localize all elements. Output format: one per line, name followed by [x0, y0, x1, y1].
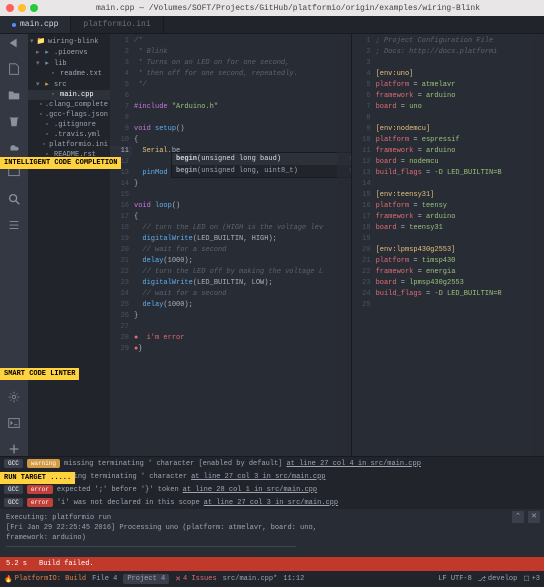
- build-time: 5.2 s: [6, 560, 27, 568]
- console-close-icon[interactable]: ✕: [528, 511, 540, 523]
- activity-bar: [0, 34, 28, 456]
- explorer-item[interactable]: ▫main.cpp: [28, 90, 110, 100]
- window-title: main.cpp — /Volumes/SOFT/Projects/GitHub…: [38, 4, 538, 13]
- pio-build-status[interactable]: 🔥 PlatformIO: Build: [4, 575, 86, 584]
- minimize-window-icon[interactable]: [18, 4, 26, 12]
- window-titlebar: main.cpp — /Volumes/SOFT/Projects/GitHub…: [0, 0, 544, 16]
- explorer-item[interactable]: ▫.gitignore: [28, 120, 110, 130]
- status-bar: 🔥 PlatformIO: Build File 4 Project 4 ✕ 4…: [0, 571, 544, 587]
- current-file[interactable]: src/main.cpp*: [223, 575, 278, 583]
- explorer-root[interactable]: ▾📁wiring-blink: [28, 36, 110, 47]
- lint-item[interactable]: GCCerrorexpected ';' before '}' token at…: [0, 483, 544, 496]
- callout-completion: INTELLIGENT CODE COMPLETION: [0, 157, 121, 169]
- git-branch[interactable]: ⎇ develop: [478, 575, 517, 584]
- build-status: Build failed.: [39, 560, 94, 568]
- cursor-position[interactable]: 11:12: [283, 575, 304, 583]
- build-fail-banner: 5.2 s Build failed.: [0, 557, 544, 571]
- gear-icon[interactable]: [7, 390, 21, 404]
- minimap[interactable]: [337, 34, 351, 456]
- project-indicator[interactable]: Project 4: [123, 574, 169, 584]
- maximize-window-icon[interactable]: [30, 4, 38, 12]
- sliders-icon[interactable]: [7, 218, 21, 232]
- lint-item[interactable]: GCCerror'i' was not declared in this sco…: [0, 496, 544, 509]
- explorer-item[interactable]: ▫readme.txt: [28, 69, 110, 79]
- editor-tabs: main.cpp platformio.ini: [0, 16, 544, 34]
- explorer-item[interactable]: ▾▸src: [28, 79, 110, 90]
- file-count[interactable]: File 4: [92, 575, 117, 583]
- lint-item[interactable]: GCCwarningmissing terminating ' characte…: [0, 457, 544, 470]
- tab-platformio-ini[interactable]: platformio.ini: [71, 16, 163, 33]
- editor-left[interactable]: 1234567891011121314151617181920212223242…: [110, 34, 351, 456]
- notifications[interactable]: ☐+3: [523, 575, 540, 584]
- explorer-item[interactable]: ▫.travis.yml: [28, 130, 110, 140]
- encoding[interactable]: LF UTF-8: [438, 575, 472, 583]
- close-window-icon[interactable]: [6, 4, 14, 12]
- minimap[interactable]: [530, 34, 544, 456]
- callout-linter: SMART CODE LINTER: [0, 368, 79, 380]
- callout-run: RUN TARGET .....: [0, 472, 75, 484]
- autocomplete-item[interactable]: begin(unsigned long, uint8_t)void: [172, 165, 351, 177]
- arrow-icon[interactable]: [7, 36, 21, 50]
- explorer-item[interactable]: ▸▸.pioenvs: [28, 47, 110, 58]
- explorer-item[interactable]: ▾▸lib: [28, 58, 110, 69]
- file-explorer: ▾📁wiring-blink ▸▸.pioenvs▾▸lib▫readme.tx…: [28, 34, 110, 456]
- search-icon[interactable]: [7, 192, 21, 206]
- editor-right[interactable]: 1234567891011121314151617181920212223242…: [351, 34, 544, 456]
- linter-panel: GCCwarningmissing terminating ' characte…: [0, 456, 544, 509]
- console-up-icon[interactable]: ⌃: [512, 511, 524, 523]
- folder-icon[interactable]: [7, 88, 21, 102]
- modified-dot-icon: [12, 23, 16, 27]
- explorer-item[interactable]: ▫.clang_complete: [28, 100, 110, 110]
- issues-count[interactable]: ✕ 4 Issues: [175, 575, 216, 584]
- line-numbers: 1234567891011121314151617181920212223242…: [352, 34, 374, 311]
- trash-icon[interactable]: [7, 114, 21, 128]
- lint-item[interactable]: GCCerrormissing terminating ' character …: [0, 470, 544, 483]
- line-numbers: 1234567891011121314151617181920212223242…: [110, 34, 132, 355]
- explorer-item[interactable]: ▫platformio.ini: [28, 140, 110, 150]
- explorer-item[interactable]: ▫.gcc-flags.json: [28, 110, 110, 120]
- terminal-icon[interactable]: [7, 416, 21, 430]
- new-file-icon[interactable]: [7, 62, 21, 76]
- tab-main-cpp[interactable]: main.cpp: [0, 16, 71, 33]
- build-console: ⌃ ✕ Executing: platformio run [Fri Jan 2…: [0, 509, 544, 557]
- plus-icon[interactable]: [7, 442, 21, 456]
- autocomplete-item[interactable]: begin(unsigned long baud)void: [172, 153, 351, 165]
- autocomplete-popup[interactable]: begin(unsigned long baud)voidbegin(unsig…: [171, 152, 351, 178]
- cloud-icon[interactable]: [7, 140, 21, 154]
